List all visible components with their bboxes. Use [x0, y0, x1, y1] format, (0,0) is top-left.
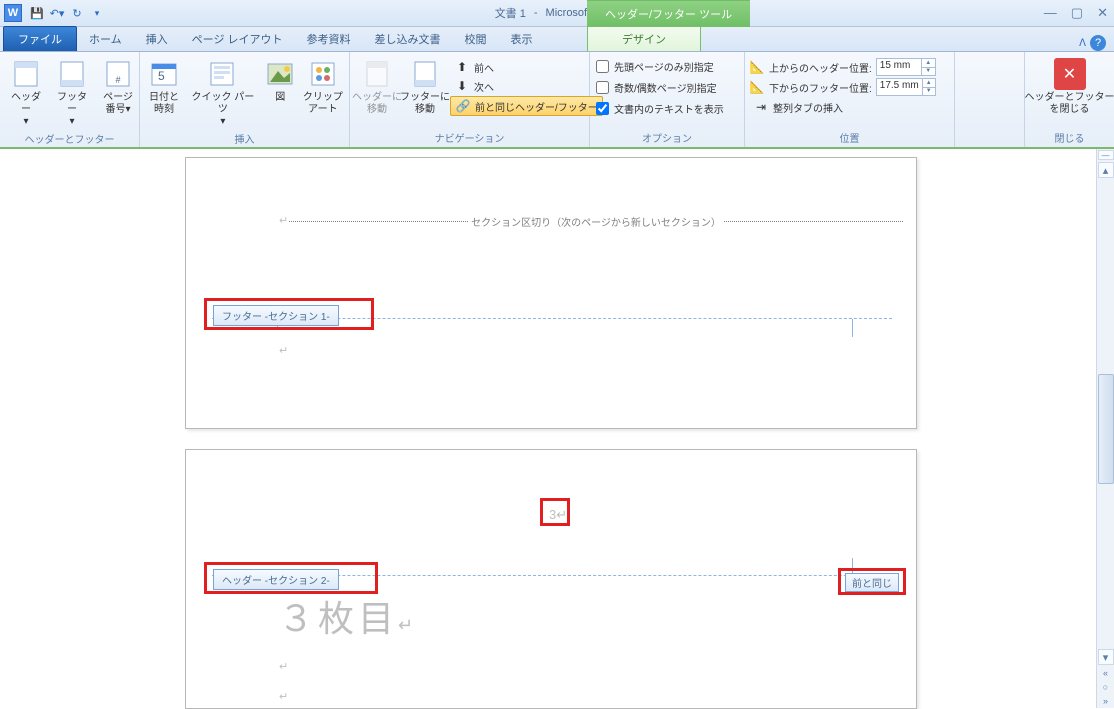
quick-parts-icon — [207, 58, 239, 90]
group-insert: 挿入 — [140, 130, 349, 148]
header-button[interactable]: ヘッダー▾ — [4, 56, 48, 130]
insert-align-tab-button[interactable]: ⇥ 整列タブの挿入 — [749, 98, 936, 116]
footer-button[interactable]: フッター▾ — [50, 56, 94, 130]
split-icon[interactable]: — — [1098, 150, 1114, 160]
tab-references[interactable]: 参考資料 — [295, 27, 363, 51]
tab-page-layout[interactable]: ページ レイアウト — [180, 27, 295, 51]
document-area[interactable]: ↵ セクション区切り（次のページから新しいセクション） ↵ フッター -セクショ… — [0, 149, 1096, 708]
next-icon: ⬇ — [454, 78, 470, 94]
body-text: ３枚目↵ — [278, 590, 417, 642]
minimize-icon[interactable]: — — [1044, 5, 1057, 21]
prev-page-icon[interactable]: « — [1098, 666, 1114, 680]
tab-view[interactable]: 表示 — [499, 27, 545, 51]
close-icon[interactable]: ✕ — [1097, 5, 1108, 21]
different-odd-even-checkbox[interactable]: 奇数/偶数ページ別指定 — [594, 79, 726, 96]
window-title: 文書 1 - Microsoft Word — [0, 5, 1114, 21]
close-header-footer-button[interactable]: ✕ ヘッダーとフッター を閉じる — [1029, 56, 1110, 118]
different-first-page-checkbox[interactable]: 先頭ページのみ別指定 — [594, 58, 726, 75]
tab-home[interactable]: ホーム — [77, 27, 134, 51]
group-close: 閉じる — [1025, 129, 1114, 147]
footer-position-input[interactable]: 17.5 mm▲▼ — [876, 78, 936, 96]
browse-object-icon[interactable]: ○ — [1098, 680, 1114, 694]
word-icon: W — [4, 4, 22, 22]
page-1: ↵ セクション区切り（次のページから新しいセクション） ↵ フッター -セクショ… — [185, 157, 917, 429]
page-number-button[interactable]: # ページ 番号▾ — [96, 56, 140, 118]
tab-design[interactable]: デザイン — [587, 26, 701, 51]
document-name: 文書 1 — [495, 5, 526, 21]
next-page-icon[interactable]: » — [1098, 694, 1114, 708]
datetime-button[interactable]: 5 日付と 時刻 — [144, 56, 184, 118]
footer-position-icon: 📐 — [749, 79, 765, 95]
footer-position-label: 下からのフッター位置: — [769, 80, 872, 95]
svg-text:5: 5 — [158, 69, 165, 83]
scroll-up-icon[interactable]: ▴ — [1098, 162, 1114, 178]
ribbon-tabs: ファイル ホーム 挿入 ページ レイアウト 参考資料 差し込み文書 校閲 表示 … — [0, 27, 1114, 52]
save-icon[interactable]: 💾 — [28, 4, 46, 22]
ribbon: ヘッダー▾ フッター▾ # ページ 番号▾ ヘッダーとフッター 5 — [0, 52, 1114, 149]
close-hf-icon: ✕ — [1054, 58, 1086, 90]
clipart-icon — [307, 58, 339, 90]
quick-access-toolbar: 💾 ↶▾ ↻ ▾ — [28, 4, 106, 22]
collapse-ribbon-icon[interactable]: ᐱ — [1079, 38, 1086, 49]
goto-header-button[interactable]: ヘッダーに 移動 — [354, 56, 400, 118]
prev-section-button[interactable]: ⬆ 前へ — [450, 58, 603, 76]
header-icon — [10, 58, 42, 90]
tab-insert[interactable]: 挿入 — [134, 27, 180, 51]
group-navigation: ナビゲーション — [350, 129, 589, 147]
link-icon: 🔗 — [455, 98, 471, 114]
contextual-tab-label: ヘッダー/フッター ツール — [587, 0, 750, 27]
highlight-page-number — [540, 498, 570, 526]
tab-file[interactable]: ファイル — [3, 26, 77, 51]
calendar-icon: 5 — [148, 58, 180, 90]
svg-text:#: # — [115, 75, 120, 85]
clipart-button[interactable]: クリップ アート — [301, 56, 345, 118]
header-position-input[interactable]: 15 mm▲▼ — [876, 58, 936, 76]
goto-footer-button[interactable]: フッターに 移動 — [402, 56, 448, 118]
next-section-button[interactable]: ⬇ 次へ — [450, 77, 603, 95]
header-section-tag: ヘッダー -セクション 2- — [213, 569, 339, 590]
scroll-thumb[interactable] — [1098, 374, 1114, 484]
redo-icon[interactable]: ↻ — [68, 4, 86, 22]
maximize-icon[interactable]: ▢ — [1071, 5, 1083, 21]
footer-section-tag: フッター -セクション 1- — [213, 305, 339, 326]
page-number-icon: # — [102, 58, 134, 90]
qat-more-icon[interactable]: ▾ — [88, 4, 106, 22]
same-as-previous-tag: 前と同じ — [845, 573, 899, 592]
prev-icon: ⬆ — [454, 59, 470, 75]
scroll-track[interactable] — [1098, 179, 1114, 648]
scroll-down-icon[interactable]: ▾ — [1098, 649, 1114, 665]
footer-icon — [56, 58, 88, 90]
tab-mailings[interactable]: 差し込み文書 — [363, 27, 453, 51]
title-bar: W 💾 ↶▾ ↻ ▾ 文書 1 - Microsoft Word ヘッダー/フッ… — [0, 0, 1114, 27]
goto-footer-icon — [409, 58, 441, 90]
help-icon[interactable]: ? — [1090, 35, 1106, 51]
page-2: 3↵ ヘッダー -セクション 2- 前と同じ ３枚目↵ ↵ ↵ — [185, 449, 917, 709]
group-header-footer: ヘッダーとフッター — [0, 130, 139, 148]
quick-parts-button[interactable]: クイック パーツ▾ — [186, 56, 260, 130]
section-break: セクション区切り（次のページから新しいセクション） — [286, 214, 906, 229]
tab-review[interactable]: 校閲 — [453, 27, 499, 51]
picture-button[interactable]: 図 — [262, 56, 299, 106]
align-tab-icon: ⇥ — [753, 99, 769, 115]
vertical-scrollbar[interactable]: — ▴ ▾ « ○ » — [1096, 149, 1114, 708]
undo-icon[interactable]: ↶▾ — [48, 4, 66, 22]
link-to-previous-button[interactable]: 🔗 前と同じヘッダー/フッター — [450, 96, 603, 116]
header-position-label: 上からのヘッダー位置: — [769, 60, 872, 75]
picture-icon — [264, 58, 296, 90]
group-options: オプション — [590, 129, 744, 147]
show-document-text-checkbox[interactable]: 文書内のテキストを表示 — [594, 100, 726, 117]
header-position-icon: 📐 — [749, 59, 765, 75]
group-position: 位置 — [745, 129, 954, 147]
goto-header-icon — [361, 58, 393, 90]
